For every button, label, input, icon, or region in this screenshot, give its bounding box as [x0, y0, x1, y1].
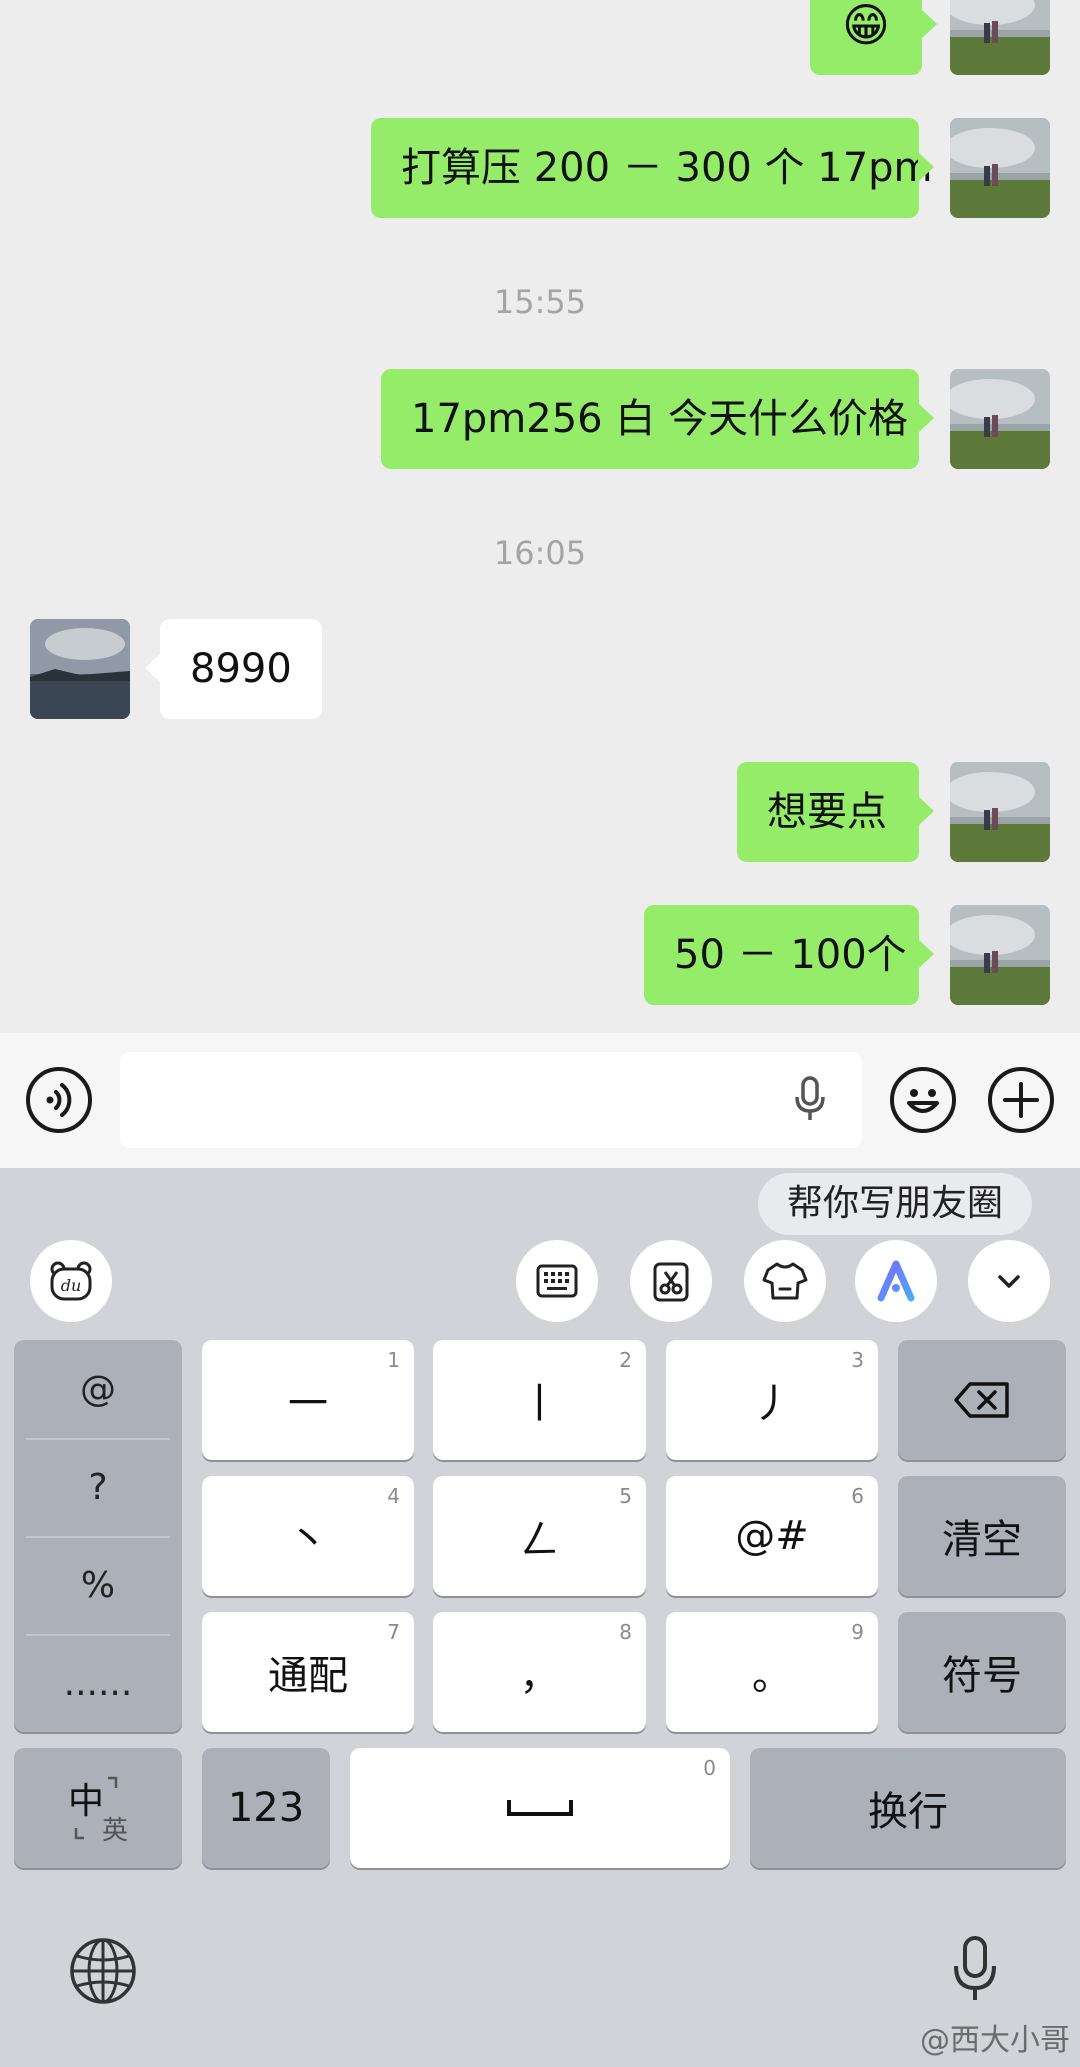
watermark: @西大小哥: [920, 2015, 1070, 2059]
timestamp: 16:05: [493, 534, 587, 572]
space-icon: [507, 1800, 573, 1816]
key-label: ，: [519, 1653, 560, 1699]
message-text: 17pm256 白 今天什么价格: [411, 396, 909, 442]
key-number: 7: [387, 1620, 400, 1644]
collapse-keyboard-button[interactable]: [968, 1240, 1050, 1322]
keyboard-layout-button[interactable]: [516, 1240, 598, 1322]
skin-button[interactable]: [744, 1240, 826, 1322]
message-bubble-sent[interactable]: 17pm256 白 今天什么价格: [381, 369, 934, 469]
emoji-button[interactable]: [890, 1067, 956, 1133]
key-label: 一: [288, 1381, 328, 1427]
message-text: 50 － 100个: [674, 932, 907, 978]
dictation-microphone-icon[interactable]: [950, 1934, 1000, 2006]
numbers-key[interactable]: 123: [202, 1748, 330, 1868]
chevron-down-icon: [998, 1275, 1020, 1288]
message-bubble-sent[interactable]: 打算压 200 － 300 个 17pm: [371, 118, 934, 218]
ai-assistant-icon: [877, 1260, 915, 1302]
symbol-key[interactable]: @: [14, 1340, 182, 1438]
key-label: @#: [735, 1513, 809, 1559]
more-functions-button[interactable]: [988, 1067, 1054, 1133]
message-bubble-sent[interactable]: 😁: [810, 0, 937, 75]
emoji-icon: [907, 1089, 939, 1113]
backspace-key[interactable]: [898, 1340, 1066, 1460]
key-number: 4: [387, 1484, 400, 1508]
voice-toggle-button[interactable]: [26, 1067, 92, 1133]
comma-key[interactable]: 8 ，: [433, 1612, 646, 1732]
message-text: 8990: [190, 646, 292, 692]
clear-key[interactable]: 清空: [898, 1476, 1066, 1596]
my-avatar[interactable]: [950, 762, 1050, 862]
stroke-key-shu[interactable]: 2 丨: [433, 1340, 646, 1460]
message-text: 打算压 200 － 300 个 17pm: [401, 145, 933, 191]
watermark-text: @西大小哥: [920, 2023, 1070, 2058]
my-avatar[interactable]: [950, 0, 1050, 75]
key-number: 8: [619, 1620, 632, 1644]
key-label: 123: [227, 1785, 305, 1831]
key-number: 6: [851, 1484, 864, 1508]
svg-text:du: du: [61, 1276, 82, 1295]
key-number: 0: [703, 1756, 716, 1780]
key-label: 丨: [519, 1381, 560, 1427]
chat-area[interactable]: 😁 打算压 200 － 300 个 17pm 15:55 17pm256 白 今…: [0, 0, 1080, 1033]
globe-icon[interactable]: [68, 1936, 138, 2006]
stroke-key-zhe[interactable]: 5 ㄥ: [433, 1476, 646, 1596]
key-number: 5: [619, 1484, 632, 1508]
clipboard-button[interactable]: [630, 1240, 712, 1322]
message-text: 想要点: [767, 789, 887, 835]
emoji-grin: 😁: [842, 0, 890, 52]
key-label: ㄥ: [519, 1517, 560, 1563]
baidu-bear-icon: du: [50, 1261, 92, 1301]
key-number: 9: [851, 1620, 864, 1644]
suggestion-chip[interactable]: 帮你写朋友圈: [758, 1173, 1032, 1235]
stroke-key-dian[interactable]: 4 丶: [202, 1476, 414, 1596]
symbol-key-at-hash[interactable]: 6 @#: [666, 1476, 878, 1596]
stroke-key-pie[interactable]: 3 丿: [666, 1340, 878, 1460]
symbol-column[interactable]: @ ? % ......: [14, 1340, 182, 1732]
key-label: 换行: [868, 1789, 948, 1835]
skin-icon: [762, 1262, 808, 1300]
plus-icon: [1003, 1082, 1039, 1118]
message-input[interactable]: [120, 1052, 862, 1148]
key-number: 1: [387, 1348, 400, 1372]
microphone-icon[interactable]: [790, 1075, 830, 1125]
key-number: 2: [619, 1348, 632, 1372]
bracket-decoration-icon: [74, 1776, 118, 1840]
keyboard: 帮你写朋友圈 du @ ? % ...... 1 一 2 丨 3 丿 4 丶 5…: [0, 1168, 1080, 2067]
voice-toggle-icon: [46, 1083, 72, 1117]
symbol-key[interactable]: ......: [14, 1634, 182, 1732]
message-bubble-sent[interactable]: 想要点: [737, 762, 934, 862]
key-label: 符号: [942, 1653, 1022, 1699]
my-avatar[interactable]: [950, 905, 1050, 1005]
ai-assistant-button[interactable]: [855, 1240, 937, 1322]
language-switch-key[interactable]: 中 英: [14, 1748, 182, 1868]
clipboard-icon: [653, 1262, 689, 1302]
timestamp: 15:55: [493, 283, 587, 321]
backspace-icon: [954, 1382, 1009, 1418]
key-label: 丶: [288, 1517, 328, 1563]
symbol-key[interactable]: %: [14, 1536, 182, 1634]
key-label: 通配: [268, 1653, 348, 1699]
key-label: 丿: [752, 1381, 792, 1427]
message-bubble-sent[interactable]: 50 － 100个: [644, 905, 934, 1005]
space-key[interactable]: 0: [350, 1748, 730, 1868]
message-bubble-received[interactable]: 8990: [145, 619, 322, 719]
chat-input-bar: [0, 1033, 1080, 1168]
my-avatar[interactable]: [950, 118, 1050, 218]
key-number: 3: [851, 1348, 864, 1372]
my-avatar[interactable]: [950, 369, 1050, 469]
keyboard-layout-icon: [536, 1264, 578, 1298]
contact-avatar[interactable]: [30, 619, 130, 719]
period-key[interactable]: 9 。: [666, 1612, 878, 1732]
enter-key[interactable]: 换行: [750, 1748, 1066, 1868]
wildcard-key[interactable]: 7 通配: [202, 1612, 414, 1732]
baidu-input-logo-button[interactable]: du: [30, 1240, 112, 1322]
stroke-key-heng[interactable]: 1 一: [202, 1340, 414, 1460]
key-label: 。: [752, 1653, 792, 1699]
symbol-key[interactable]: ?: [14, 1438, 182, 1536]
key-label: 清空: [942, 1517, 1022, 1563]
symbols-key[interactable]: 符号: [898, 1612, 1066, 1732]
